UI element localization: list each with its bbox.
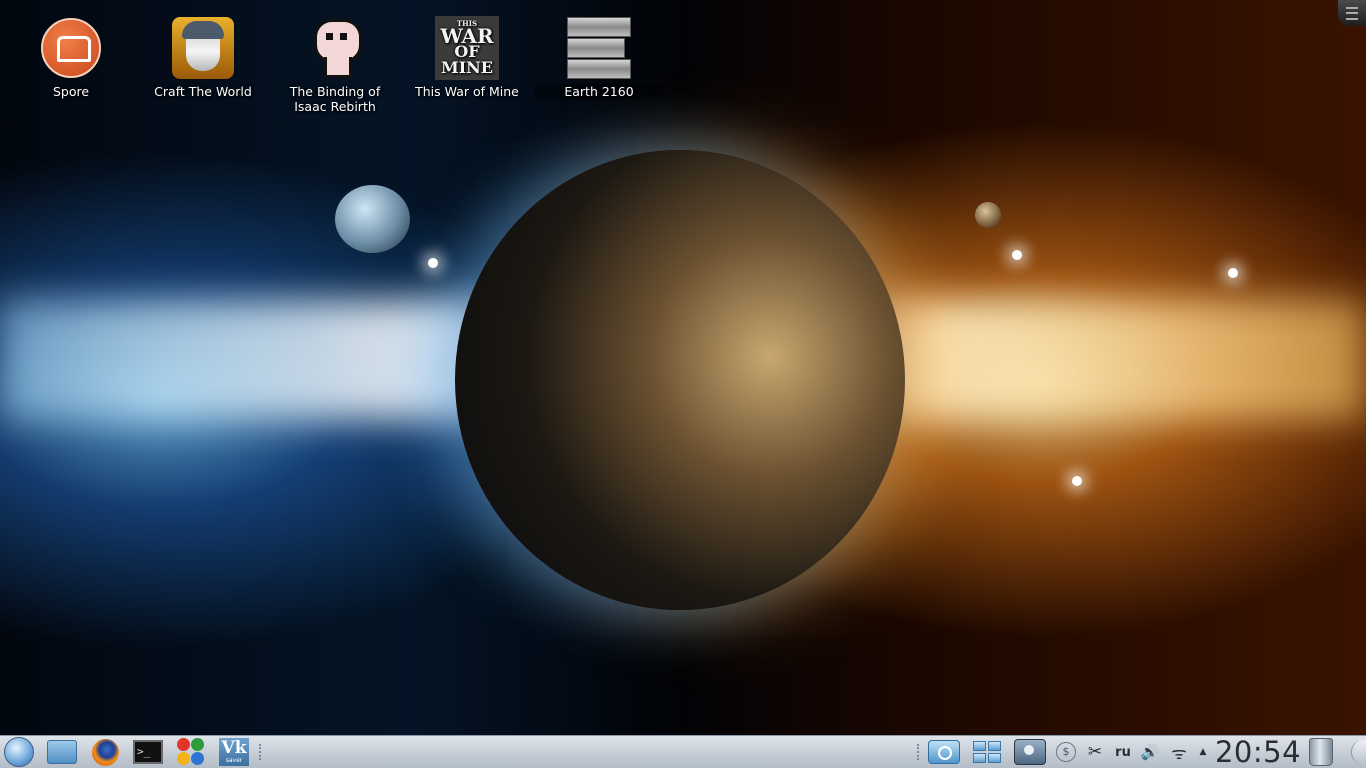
launcher-terminal[interactable]: >_ — [133, 738, 163, 766]
launcher-file-manager[interactable] — [47, 738, 77, 766]
desktop-icon-label: This War of Mine — [403, 84, 531, 99]
earth-2160-icon — [567, 16, 631, 80]
taskbar-panel: >_ Vk saver $ ✂ ru 🔊 ᯤ ▲ — [0, 735, 1366, 768]
wallpaper-small-moon — [975, 202, 1001, 228]
window-switcher-icon — [973, 741, 1001, 763]
firefox-icon — [92, 739, 119, 766]
keyboard-layout-label: ru — [1115, 745, 1131, 760]
trash-icon — [1309, 738, 1333, 766]
spore-icon — [39, 16, 103, 80]
clock-time: 20:54 — [1215, 735, 1301, 769]
wallpaper-star — [428, 258, 438, 268]
launcher-firefox[interactable] — [90, 738, 120, 766]
desktop-icon-label: Craft The World — [139, 84, 267, 99]
disk-utility-button[interactable] — [1014, 739, 1046, 765]
this-war-of-mine-icon: THIS WAR OF MINE — [435, 16, 499, 80]
desktop-icon-label: Spore — [7, 84, 135, 99]
launcher-clover-app[interactable] — [176, 738, 206, 766]
craft-the-world-icon — [171, 16, 235, 80]
panel-toolbox-button[interactable] — [1351, 740, 1366, 764]
desktop-wallpaper: Spore Craft The World The Binding of Isa… — [0, 0, 1366, 768]
wifi-tray-button[interactable]: ᯤ — [1167, 739, 1191, 765]
volume-tray-button[interactable]: 🔊 — [1138, 739, 1162, 765]
wifi-icon: ᯤ — [1171, 741, 1187, 764]
panel-drag-handle[interactable] — [259, 744, 264, 760]
binding-of-isaac-icon — [303, 16, 367, 80]
wallpaper-moon — [335, 185, 410, 253]
desktop-icon-label: The Binding of Isaac Rebirth — [271, 84, 399, 114]
money-icon: $ — [1056, 742, 1076, 762]
wallpaper-star — [1012, 250, 1022, 260]
menu-lines-icon — [1346, 7, 1358, 20]
show-hidden-icons-button[interactable]: ▲ — [1196, 739, 1210, 765]
application-launcher-button[interactable] — [4, 738, 34, 766]
clipboard-tray-button[interactable]: ✂ — [1084, 739, 1106, 765]
desktop-toolbox-button[interactable] — [1338, 0, 1366, 26]
wallpaper-star — [1072, 476, 1082, 486]
digital-clock[interactable]: 20:54 — [1213, 739, 1303, 765]
trash-button[interactable] — [1308, 739, 1334, 765]
keyboard-layout-indicator[interactable]: ru — [1112, 739, 1134, 765]
screenshot-camera-icon — [928, 740, 960, 764]
clipboard-scissors-icon: ✂ — [1088, 742, 1102, 762]
wallpaper-star — [1228, 268, 1238, 278]
application-menu-icon — [4, 737, 34, 767]
window-switcher-button[interactable] — [971, 739, 1003, 765]
desktop-icon-this-war-of-mine[interactable]: THIS WAR OF MINE This War of Mine — [403, 16, 531, 99]
wallpaper-planet — [455, 150, 905, 610]
desktop-icon-label: Earth 2160 — [535, 84, 663, 99]
desktop-icon-binding-of-isaac[interactable]: The Binding of Isaac Rebirth — [271, 16, 399, 114]
desktop-icon-craft-the-world[interactable]: Craft The World — [139, 16, 267, 99]
money-tray-button[interactable]: $ — [1056, 739, 1076, 765]
terminal-icon: >_ — [133, 740, 163, 764]
screenshot-tray-button[interactable] — [928, 739, 960, 765]
panel-drag-handle[interactable] — [917, 744, 922, 760]
launcher-vk-saver[interactable]: Vk saver — [219, 738, 249, 766]
volume-icon: 🔊 — [1141, 743, 1160, 761]
vk-saver-icon: Vk saver — [219, 738, 249, 766]
desktop-icon-spore[interactable]: Spore — [7, 16, 135, 99]
show-hidden-arrow-icon: ▲ — [1200, 747, 1207, 757]
clover-app-icon — [177, 738, 205, 766]
desktop-icon-earth-2160[interactable]: Earth 2160 — [535, 16, 663, 99]
disk-utility-icon — [1014, 739, 1046, 765]
file-manager-icon — [47, 740, 77, 764]
